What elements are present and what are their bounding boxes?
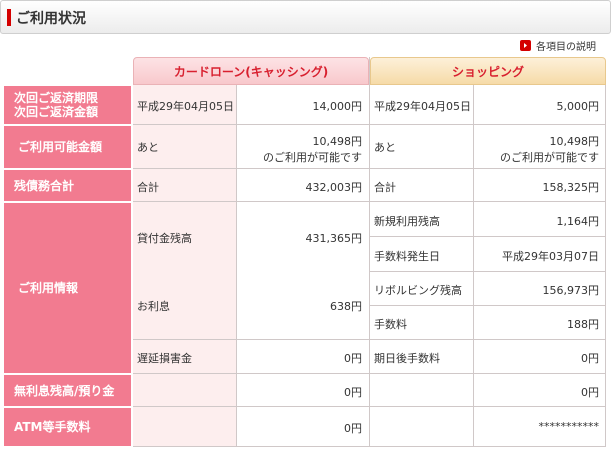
- card-loan-available-suffix: のご利用が可能です: [263, 151, 362, 164]
- row-label-due-line1: 次回ご返済期限: [14, 91, 99, 105]
- shopping-new-usage-amount: 1,164円: [556, 215, 600, 228]
- shopping-revolving-amount: 156,973円: [542, 284, 600, 297]
- shopping-due-amount: 5,000円: [556, 100, 600, 113]
- card-loan-late-label: 遅延損害金: [137, 352, 192, 365]
- arrow-right-icon: [520, 40, 531, 51]
- shopping-total-label: 合計: [374, 181, 396, 194]
- row-label-debt-total: 残債務合計: [4, 170, 131, 201]
- title-bar: [0, 0, 611, 34]
- shopping-deposit-amount: 0円: [581, 386, 599, 399]
- row-label-due-line2: 次回ご返済金額: [14, 105, 99, 119]
- row-label-no-interest: 無利息残高/預り金: [4, 375, 131, 406]
- page-title: ご利用状況: [16, 11, 86, 27]
- shopping-fee-date-label: 手数料発生日: [374, 250, 440, 263]
- column-divider: [369, 57, 370, 447]
- shopping-available-amount: 10,498円: [549, 135, 600, 148]
- card-loan-due-date: 平成29年04月05日: [137, 100, 234, 113]
- column-header-shopping: ショッピング: [370, 57, 606, 85]
- title-accent-mark: [7, 9, 11, 26]
- card-loan-available-prefix: あと: [137, 141, 159, 154]
- shopping-fee-label: 手数料: [374, 318, 407, 331]
- card-loan-principal-label: 貸付金残高: [137, 232, 192, 245]
- card-loan-late-amount: 0円: [344, 352, 362, 365]
- card-loan-total-label: 合計: [137, 181, 159, 194]
- column-divider: [236, 85, 237, 447]
- row-label-atm-fee: ATM等手数料: [4, 408, 131, 446]
- row-divider: [133, 339, 369, 340]
- card-loan-interest-amount: 638円: [330, 300, 362, 313]
- card-loan-total-amount: 432,003円: [305, 181, 363, 194]
- help-link-label[interactable]: 各項目の説明: [536, 38, 596, 53]
- card-loan-due-amount: 14,000円: [312, 100, 363, 113]
- row-divider: [370, 305, 606, 306]
- row-label-available: ご利用可能金額: [4, 126, 131, 168]
- card-loan-available-amount: 10,498円: [312, 135, 363, 148]
- row-label-due: 次回ご返済期限 次回ご返済金額: [4, 86, 131, 124]
- shopping-due-date: 平成29年04月05日: [374, 100, 471, 113]
- column-divider: [473, 85, 474, 447]
- column-header-card-loan: カードローン(キャッシング): [133, 57, 369, 85]
- card-loan-principal-amount: 431,365円: [305, 232, 363, 245]
- card-loan-atm-fee-amount: 0円: [344, 422, 362, 435]
- column-divider: [605, 85, 606, 447]
- card-loan-no-interest-amount: 0円: [344, 386, 362, 399]
- row-divider: [370, 271, 606, 272]
- shopping-atm-fee-amount: ***********: [538, 420, 600, 433]
- shopping-available-suffix: のご利用が可能です: [500, 151, 599, 164]
- card-loan-interest-label: お利息: [137, 300, 170, 313]
- shopping-new-usage-label: 新規利用残高: [374, 215, 440, 228]
- row-divider: [370, 236, 606, 237]
- shopping-fee-date-value: 平成29年03月07日: [502, 250, 599, 263]
- shopping-post-due-fee-amount: 0円: [581, 352, 599, 365]
- help-link[interactable]: 各項目の説明: [520, 38, 596, 53]
- shopping-post-due-fee-label: 期日後手数料: [374, 352, 440, 365]
- row-divider: [370, 339, 606, 340]
- row-label-usage-info: ご利用情報: [4, 203, 131, 373]
- shopping-total-amount: 158,325円: [542, 181, 600, 194]
- shopping-fee-amount: 188円: [567, 318, 599, 331]
- shopping-available-prefix: あと: [374, 141, 396, 154]
- shopping-revolving-label: リボルビング残高: [374, 284, 462, 297]
